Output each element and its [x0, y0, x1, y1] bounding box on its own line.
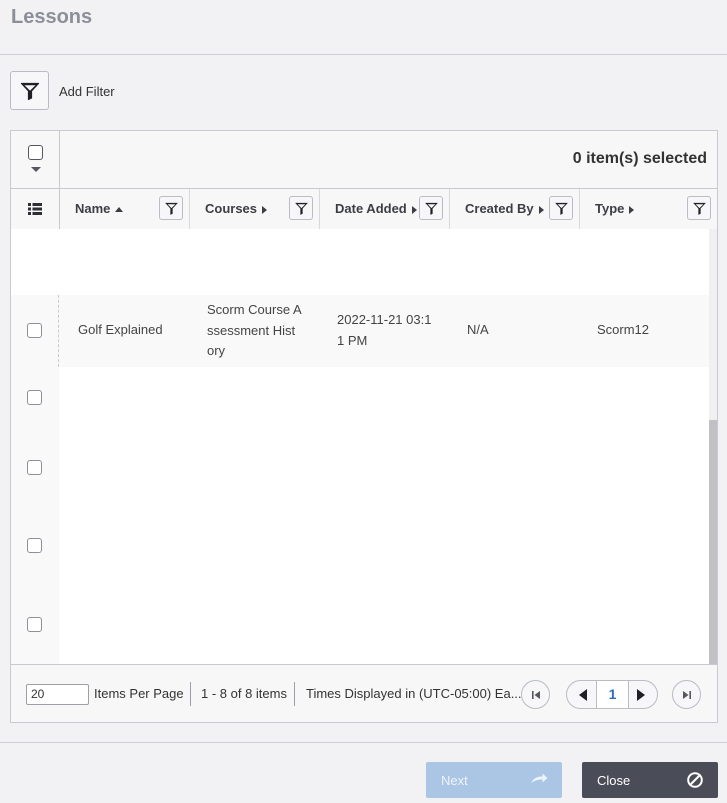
cancel-icon [687, 772, 703, 788]
list-icon [28, 203, 42, 215]
table-row[interactable]: Golf Explained Scorm Course A ssessment … [11, 295, 709, 367]
page-size-select[interactable]: 20 [26, 684, 89, 705]
sort-none-icon [629, 205, 635, 214]
next-button[interactable]: Next [426, 762, 562, 798]
grid-body: Golf Explained Scorm Course A ssessment … [11, 229, 717, 664]
column-filter-button[interactable] [419, 196, 443, 220]
funnel-icon [692, 202, 706, 215]
table-row[interactable] [11, 585, 709, 664]
last-page-button[interactable] [672, 680, 701, 709]
scrollbar-thumb[interactable] [709, 420, 717, 664]
column-type-label: Type [595, 201, 625, 216]
funnel-icon [20, 82, 39, 100]
first-page-button[interactable] [521, 680, 550, 709]
current-page[interactable]: 1 [596, 680, 629, 709]
column-courses-label: Courses [205, 201, 258, 216]
select-all-cell [11, 131, 60, 189]
cell-courses: Scorm Course A ssessment Hist ory [207, 300, 302, 362]
add-filter-label[interactable]: Add Filter [59, 84, 115, 99]
row-checkbox-cell [11, 295, 59, 367]
column-filter-button[interactable] [687, 196, 711, 220]
column-filter-button[interactable] [549, 196, 573, 220]
last-page-icon [682, 690, 691, 699]
row-checkbox-cell [11, 585, 59, 664]
grid-pager: 20 Items Per Page 1 - 8 of 8 items Times… [11, 664, 717, 722]
column-name-label: Name [75, 201, 111, 216]
row-checkbox-cell [11, 367, 59, 429]
cell-date-line: 2022-11-21 03:1 [337, 312, 432, 327]
add-filter-button[interactable] [10, 71, 49, 110]
select-all-checkbox[interactable] [28, 145, 43, 160]
cell-date-line: 1 PM [337, 332, 368, 348]
cell-created-by: N/A [467, 322, 489, 337]
row-checkbox[interactable] [27, 616, 42, 632]
dialog-header: Lessons [0, 0, 727, 55]
table-row[interactable] [11, 507, 709, 585]
column-header-date-added[interactable]: Date Added [320, 189, 450, 229]
column-menu-button[interactable] [11, 189, 60, 229]
column-date-added-label: Date Added [335, 201, 407, 216]
sort-ascending-icon [115, 207, 124, 213]
row-checkbox-cell [11, 507, 59, 585]
column-filter-button[interactable] [289, 196, 313, 220]
dialog-footer: Next Close [0, 742, 727, 803]
sort-none-icon [411, 205, 417, 214]
funnel-icon [424, 202, 438, 215]
prev-page-icon[interactable] [577, 688, 589, 702]
column-filter-button[interactable] [159, 196, 183, 220]
page-size-value: 20 [31, 687, 45, 701]
column-header-created-by[interactable]: Created By [450, 189, 580, 229]
page-navigator: 1 [566, 680, 658, 709]
first-page-icon [531, 690, 540, 699]
select-menu-chevron-down-icon[interactable] [31, 167, 41, 172]
cell-date-added: 2022-11-21 03:1 1 PM [337, 310, 431, 351]
column-header-type[interactable]: Type [580, 189, 717, 229]
row-checkbox[interactable] [27, 538, 42, 553]
pager-range-text: 1 - 8 of 8 items [201, 686, 287, 701]
column-created-by-label: Created By [465, 201, 534, 216]
items-per-page-label: Items Per Page [94, 686, 184, 701]
dialog-title: Lessons [11, 6, 93, 28]
grid-toolbar: 0 item(s) selected [11, 131, 717, 189]
timezone-text: Times Displayed in (UTC-05:00) Ea... [306, 686, 522, 701]
table-row [11, 229, 709, 295]
sort-none-icon [538, 205, 544, 214]
lessons-grid: 0 item(s) selected Name Courses Date Add… [10, 130, 718, 723]
cell-courses-line: Scorm Course A [207, 302, 302, 317]
funnel-icon [294, 202, 308, 215]
table-row[interactable] [11, 429, 709, 507]
next-button-label: Next [441, 773, 468, 788]
sort-none-icon [262, 205, 268, 214]
funnel-icon [554, 202, 568, 215]
table-row[interactable] [11, 367, 709, 429]
next-page-icon[interactable] [635, 688, 647, 702]
cell-name: Golf Explained [78, 322, 163, 337]
close-button-label: Close [597, 773, 631, 788]
column-header-courses[interactable]: Courses [190, 189, 320, 229]
funnel-icon [164, 202, 178, 215]
column-header-name[interactable]: Name [60, 189, 190, 229]
cell-courses-line: ory [207, 343, 226, 358]
row-checkbox-cell [11, 429, 59, 507]
pager-divider [294, 682, 295, 706]
row-checkbox[interactable] [27, 460, 42, 475]
arrow-right-icon [531, 773, 548, 783]
row-checkbox[interactable] [27, 323, 42, 338]
cell-courses-line: ssessment Hist [207, 322, 296, 338]
cell-type: Scorm12 [597, 322, 650, 337]
pager-divider [190, 682, 191, 706]
row-checkbox[interactable] [27, 390, 42, 405]
selected-count: 0 item(s) selected [572, 150, 707, 167]
column-headers: Name Courses Date Added Created By Type [11, 189, 717, 229]
close-button[interactable]: Close [582, 762, 718, 798]
